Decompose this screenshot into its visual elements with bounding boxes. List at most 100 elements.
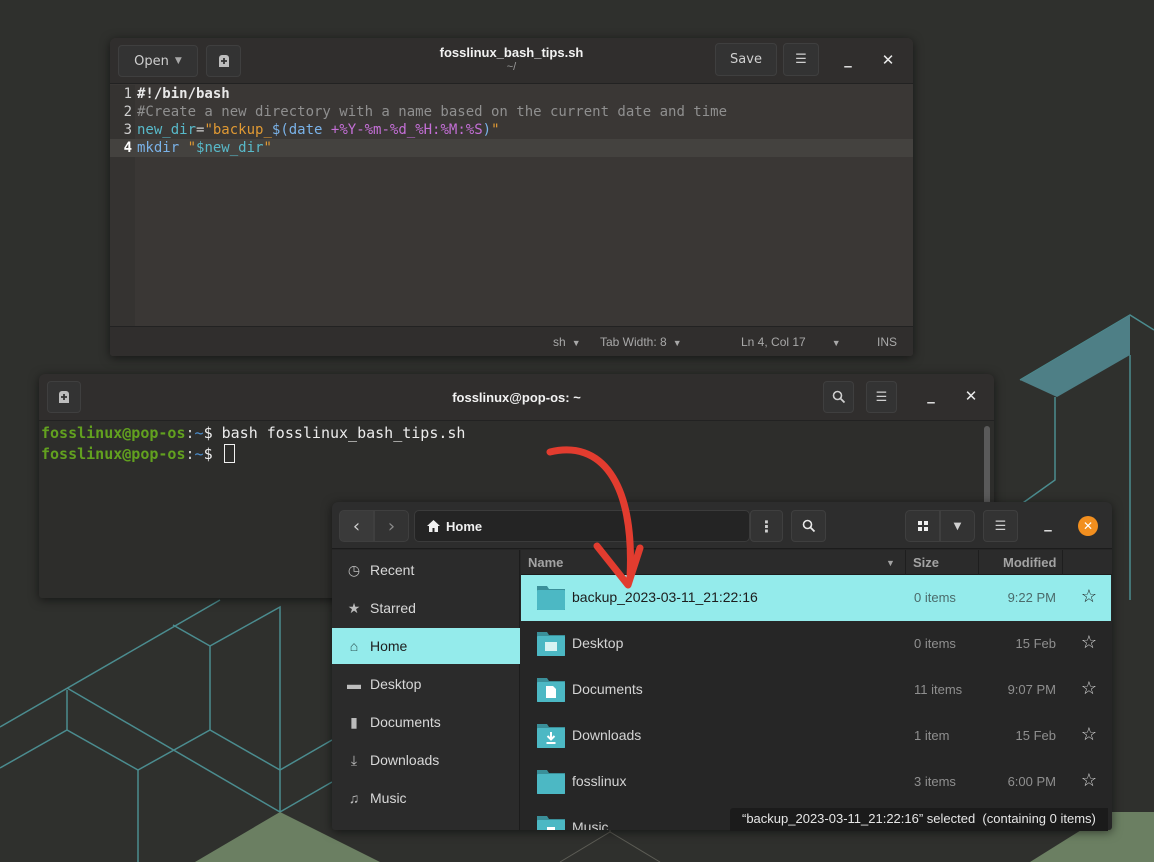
terminal-line: fosslinux@pop-os:~$ — [41, 444, 235, 463]
cursor-position[interactable]: Ln 4, Col 17 ▼ — [741, 335, 841, 349]
code-token: #!/bin/bash — [137, 86, 230, 102]
file-row[interactable]: Downloads 1 item 15 Feb ☆ — [521, 713, 1111, 759]
terminal-headerbar: fosslinux@pop-os: ~ ☰ _ ✕ — [39, 374, 994, 421]
terminal-command: bash fosslinux_bash_tips.sh — [221, 424, 466, 442]
line-number: 1 — [123, 86, 132, 102]
line-number: 2 — [123, 104, 132, 120]
forward-button[interactable]: › — [374, 510, 409, 542]
code-editor-area[interactable]: 1 #!/bin/bash 2 #Create a new directory wit… — [110, 85, 913, 326]
sidebar-item-starred[interactable]: ★ Starred — [332, 590, 520, 626]
hamburger-icon: ☰ — [994, 518, 1007, 534]
sidebar-item-documents[interactable]: ▮ Documents — [332, 704, 520, 740]
search-icon — [832, 390, 845, 404]
code-line[interactable]: 2 #Create a new directory with a name bas… — [110, 103, 913, 121]
cursor-position-label: Ln 4, Col 17 — [741, 335, 806, 349]
selection-status-overlay: “backup_2023-03-11_21:22:16” selected (c… — [730, 808, 1108, 831]
code-token: #Create a new directory with a name base… — [137, 104, 728, 120]
folder-icon — [537, 770, 565, 794]
music-icon: ♫ — [348, 790, 360, 806]
file-name: backup_2023-03-11_21:22:16 — [572, 589, 758, 605]
file-modified: 15 Feb — [1015, 728, 1056, 743]
location-label: Home — [446, 518, 483, 534]
file-size: 0 items — [914, 590, 956, 605]
file-row[interactable]: Desktop 0 items 15 Feb ☆ — [521, 621, 1111, 667]
terminal-line: fosslinux@pop-os:~$ bash fosslinux_bash_… — [41, 424, 465, 442]
column-header-size[interactable]: Size — [913, 555, 939, 570]
file-row[interactable]: backup_2023-03-11_21:22:16 0 items 9:22 PM… — [521, 575, 1111, 621]
file-size: 11 items — [914, 682, 963, 697]
code-line[interactable]: 4 mkdir "$new_dir" — [110, 139, 913, 157]
star-toggle-icon[interactable]: ☆ — [1081, 586, 1097, 607]
hamburger-icon: ☰ — [795, 52, 807, 67]
language-label: sh — [553, 335, 566, 349]
language-selector[interactable]: sh ▼ — [553, 335, 581, 349]
sidebar-item-label: Music — [370, 790, 407, 806]
search-button[interactable] — [791, 510, 826, 542]
line-number: 4 — [123, 140, 132, 156]
code-token: +%Y-%m-%d_%H:%M:%S — [330, 122, 483, 138]
list-column-headers: Name ▼ Size Modified — [521, 550, 1112, 575]
wallpaper-line — [279, 781, 333, 813]
star-toggle-icon[interactable]: ☆ — [1081, 770, 1097, 791]
file-row[interactable]: Documents 11 items 9:07 PM ☆ — [521, 667, 1111, 713]
folder-icon — [537, 724, 565, 748]
document-icon: ▮ — [350, 713, 358, 730]
star-toggle-icon[interactable]: ☆ — [1081, 632, 1097, 653]
grid-icon — [917, 521, 928, 531]
minimize-button[interactable]: _ — [921, 386, 941, 404]
file-size: 0 items — [914, 636, 956, 651]
sidebar-item-home[interactable]: ⌂ Home — [332, 628, 520, 664]
column-header-name[interactable]: Name — [528, 555, 563, 570]
editor-statusbar: sh ▼ Tab Width: 8 ▼ Ln 4, Col 17 ▼ INS — [110, 326, 913, 356]
sidebar-item-label: Starred — [370, 600, 416, 616]
line-number: 3 — [123, 122, 132, 138]
menu-button[interactable]: ☰ — [866, 381, 897, 413]
location-bar[interactable]: Home — [414, 510, 750, 542]
save-button[interactable]: Save — [715, 43, 777, 76]
sort-chevron-icon[interactable]: ▼ — [886, 558, 895, 568]
view-options-button[interactable]: ▼ — [940, 510, 975, 542]
file-row[interactable]: fosslinux 3 items 6:00 PM ☆ — [521, 759, 1111, 805]
menu-button[interactable]: ☰ — [783, 43, 819, 76]
chevron-down-icon: ▼ — [831, 338, 841, 348]
prompt-symbol: $ — [203, 424, 222, 442]
file-name: Desktop — [572, 635, 624, 651]
folder-icon — [537, 678, 565, 702]
close-button[interactable]: ✕ — [961, 387, 981, 405]
code-line[interactable]: 3 new_dir="backup_$(date +%Y-%m-%d_%H:%M:… — [110, 121, 913, 139]
minimize-button[interactable]: _ — [1038, 514, 1058, 532]
sidebar-item-recent[interactable]: ◷ Recent — [332, 552, 520, 588]
prompt-colon: : — [185, 445, 195, 463]
tab-width-label: Tab Width: 8 — [600, 335, 667, 349]
file-manager-window: ‹ › Home ⋮ ▼ ☰ _ ✕ ◷ Recent ★ Starred ⌂ Home ▬… — [332, 502, 1112, 830]
terminal-cursor — [223, 444, 235, 463]
hamburger-icon: ☰ — [875, 389, 888, 405]
search-button[interactable] — [823, 381, 854, 413]
file-modified: 9:22 PM — [1007, 590, 1056, 605]
grid-view-button[interactable] — [905, 510, 940, 542]
code-line[interactable]: 1 #!/bin/bash — [110, 85, 913, 103]
tab-width-selector[interactable]: Tab Width: 8 ▼ — [600, 335, 682, 349]
prompt-user: fosslinux@pop-os — [41, 424, 186, 442]
sidebar-item-downloads[interactable]: ⤓ Downloads — [332, 742, 520, 778]
code-token: ) — [482, 122, 492, 138]
star-icon: ★ — [347, 599, 361, 616]
download-icon: ⤓ — [350, 751, 358, 768]
sidebar-item-music[interactable]: ♫ Music — [332, 780, 520, 816]
back-button[interactable]: ‹ — [339, 510, 374, 542]
sidebar-item-desktop[interactable]: ▬ Desktop — [332, 666, 520, 702]
close-button[interactable]: ✕ — [878, 51, 898, 69]
file-name: fosslinux — [572, 773, 627, 789]
prompt-path: ~ — [194, 445, 204, 463]
location-menu-button[interactable]: ⋮ — [750, 510, 783, 542]
code-token: " — [491, 122, 500, 138]
menu-button[interactable]: ☰ — [983, 510, 1018, 542]
star-toggle-icon[interactable]: ☆ — [1081, 678, 1097, 699]
file-modified: 6:00 PM — [1007, 774, 1056, 789]
minimize-button[interactable]: _ — [838, 50, 858, 68]
star-toggle-icon[interactable]: ☆ — [1081, 724, 1097, 745]
folder-icon — [537, 632, 565, 656]
close-button[interactable]: ✕ — [1078, 516, 1098, 536]
column-header-modified[interactable]: Modified — [1003, 555, 1056, 570]
sidebar-item-label: Recent — [370, 562, 415, 578]
